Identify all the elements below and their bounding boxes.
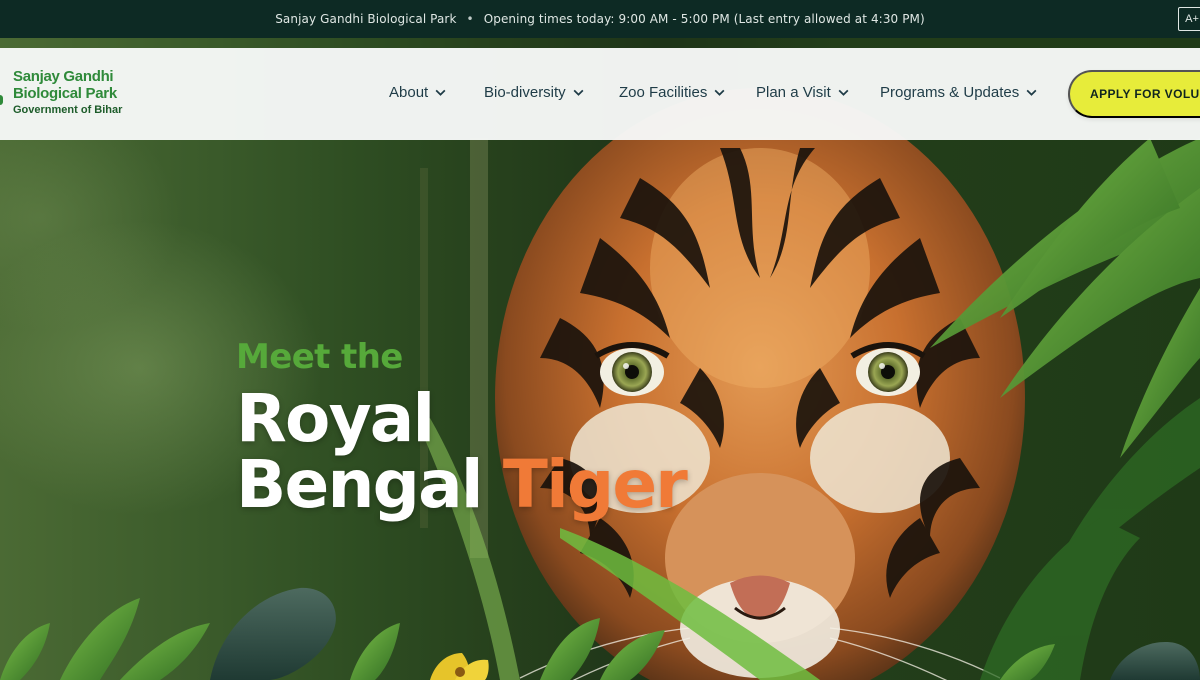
chevron-down-icon <box>573 89 584 96</box>
topbar-separator: • <box>466 12 474 26</box>
logo-emblem-icon <box>0 95 3 105</box>
nav-item-label: Zoo Facilities <box>619 84 708 101</box>
hero-headline-line1: Royal <box>236 380 435 457</box>
hero-headline-line2: Bengal Tiger <box>236 452 688 518</box>
nav-item-bio-diversity[interactable]: Bio-diversity <box>484 84 585 101</box>
nav-item-label: Bio-diversity <box>484 84 566 101</box>
hero-heading: Meet the Royal Bengal Tiger <box>236 336 688 518</box>
chevron-down-icon <box>714 89 725 96</box>
increase-font-size-button[interactable]: A+ <box>1178 7 1200 31</box>
nav-item-label: Programs & Updates <box>880 84 1020 101</box>
logo-title-line1: Sanjay Gandhi <box>13 68 114 85</box>
chevron-down-icon <box>1026 89 1037 96</box>
hero-kicker: Meet the <box>236 337 403 377</box>
top-info-bar: Sanjay Gandhi Biological Park • Opening … <box>0 0 1200 38</box>
logo-title-line2: Biological Park <box>13 85 117 102</box>
nav-item-label: About <box>389 84 429 101</box>
topbar-park-name: Sanjay Gandhi Biological Park <box>275 12 457 26</box>
apply-for-volunteer-button[interactable]: APPLY FOR VOLUNTEER <box>1068 70 1200 118</box>
nav-item-about[interactable]: About <box>389 84 447 101</box>
chevron-down-icon <box>838 89 849 96</box>
nav-item-label: Plan a Visit <box>756 84 831 101</box>
nav-item-programs-updates[interactable]: Programs & Updates <box>880 84 1038 101</box>
hero-headline: Royal Bengal Tiger <box>236 380 688 518</box>
nav-item-plan-a-visit[interactable]: Plan a Visit <box>756 84 850 101</box>
hero-headline-tiger: Tiger <box>502 446 688 523</box>
main-navigation: Sanjay Gandhi Biological Park Government… <box>0 48 1200 140</box>
hero-headline-bengal: Bengal <box>236 446 483 523</box>
chevron-down-icon <box>435 89 446 96</box>
topbar-opening-times: Opening times today: 9:00 AM - 5:00 PM (… <box>483 12 925 26</box>
site-logo[interactable]: Sanjay Gandhi Biological Park Government… <box>0 68 130 120</box>
nav-item-zoo-facilities[interactable]: Zoo Facilities <box>619 84 726 101</box>
logo-subtitle: Government of Bihar <box>13 104 123 116</box>
